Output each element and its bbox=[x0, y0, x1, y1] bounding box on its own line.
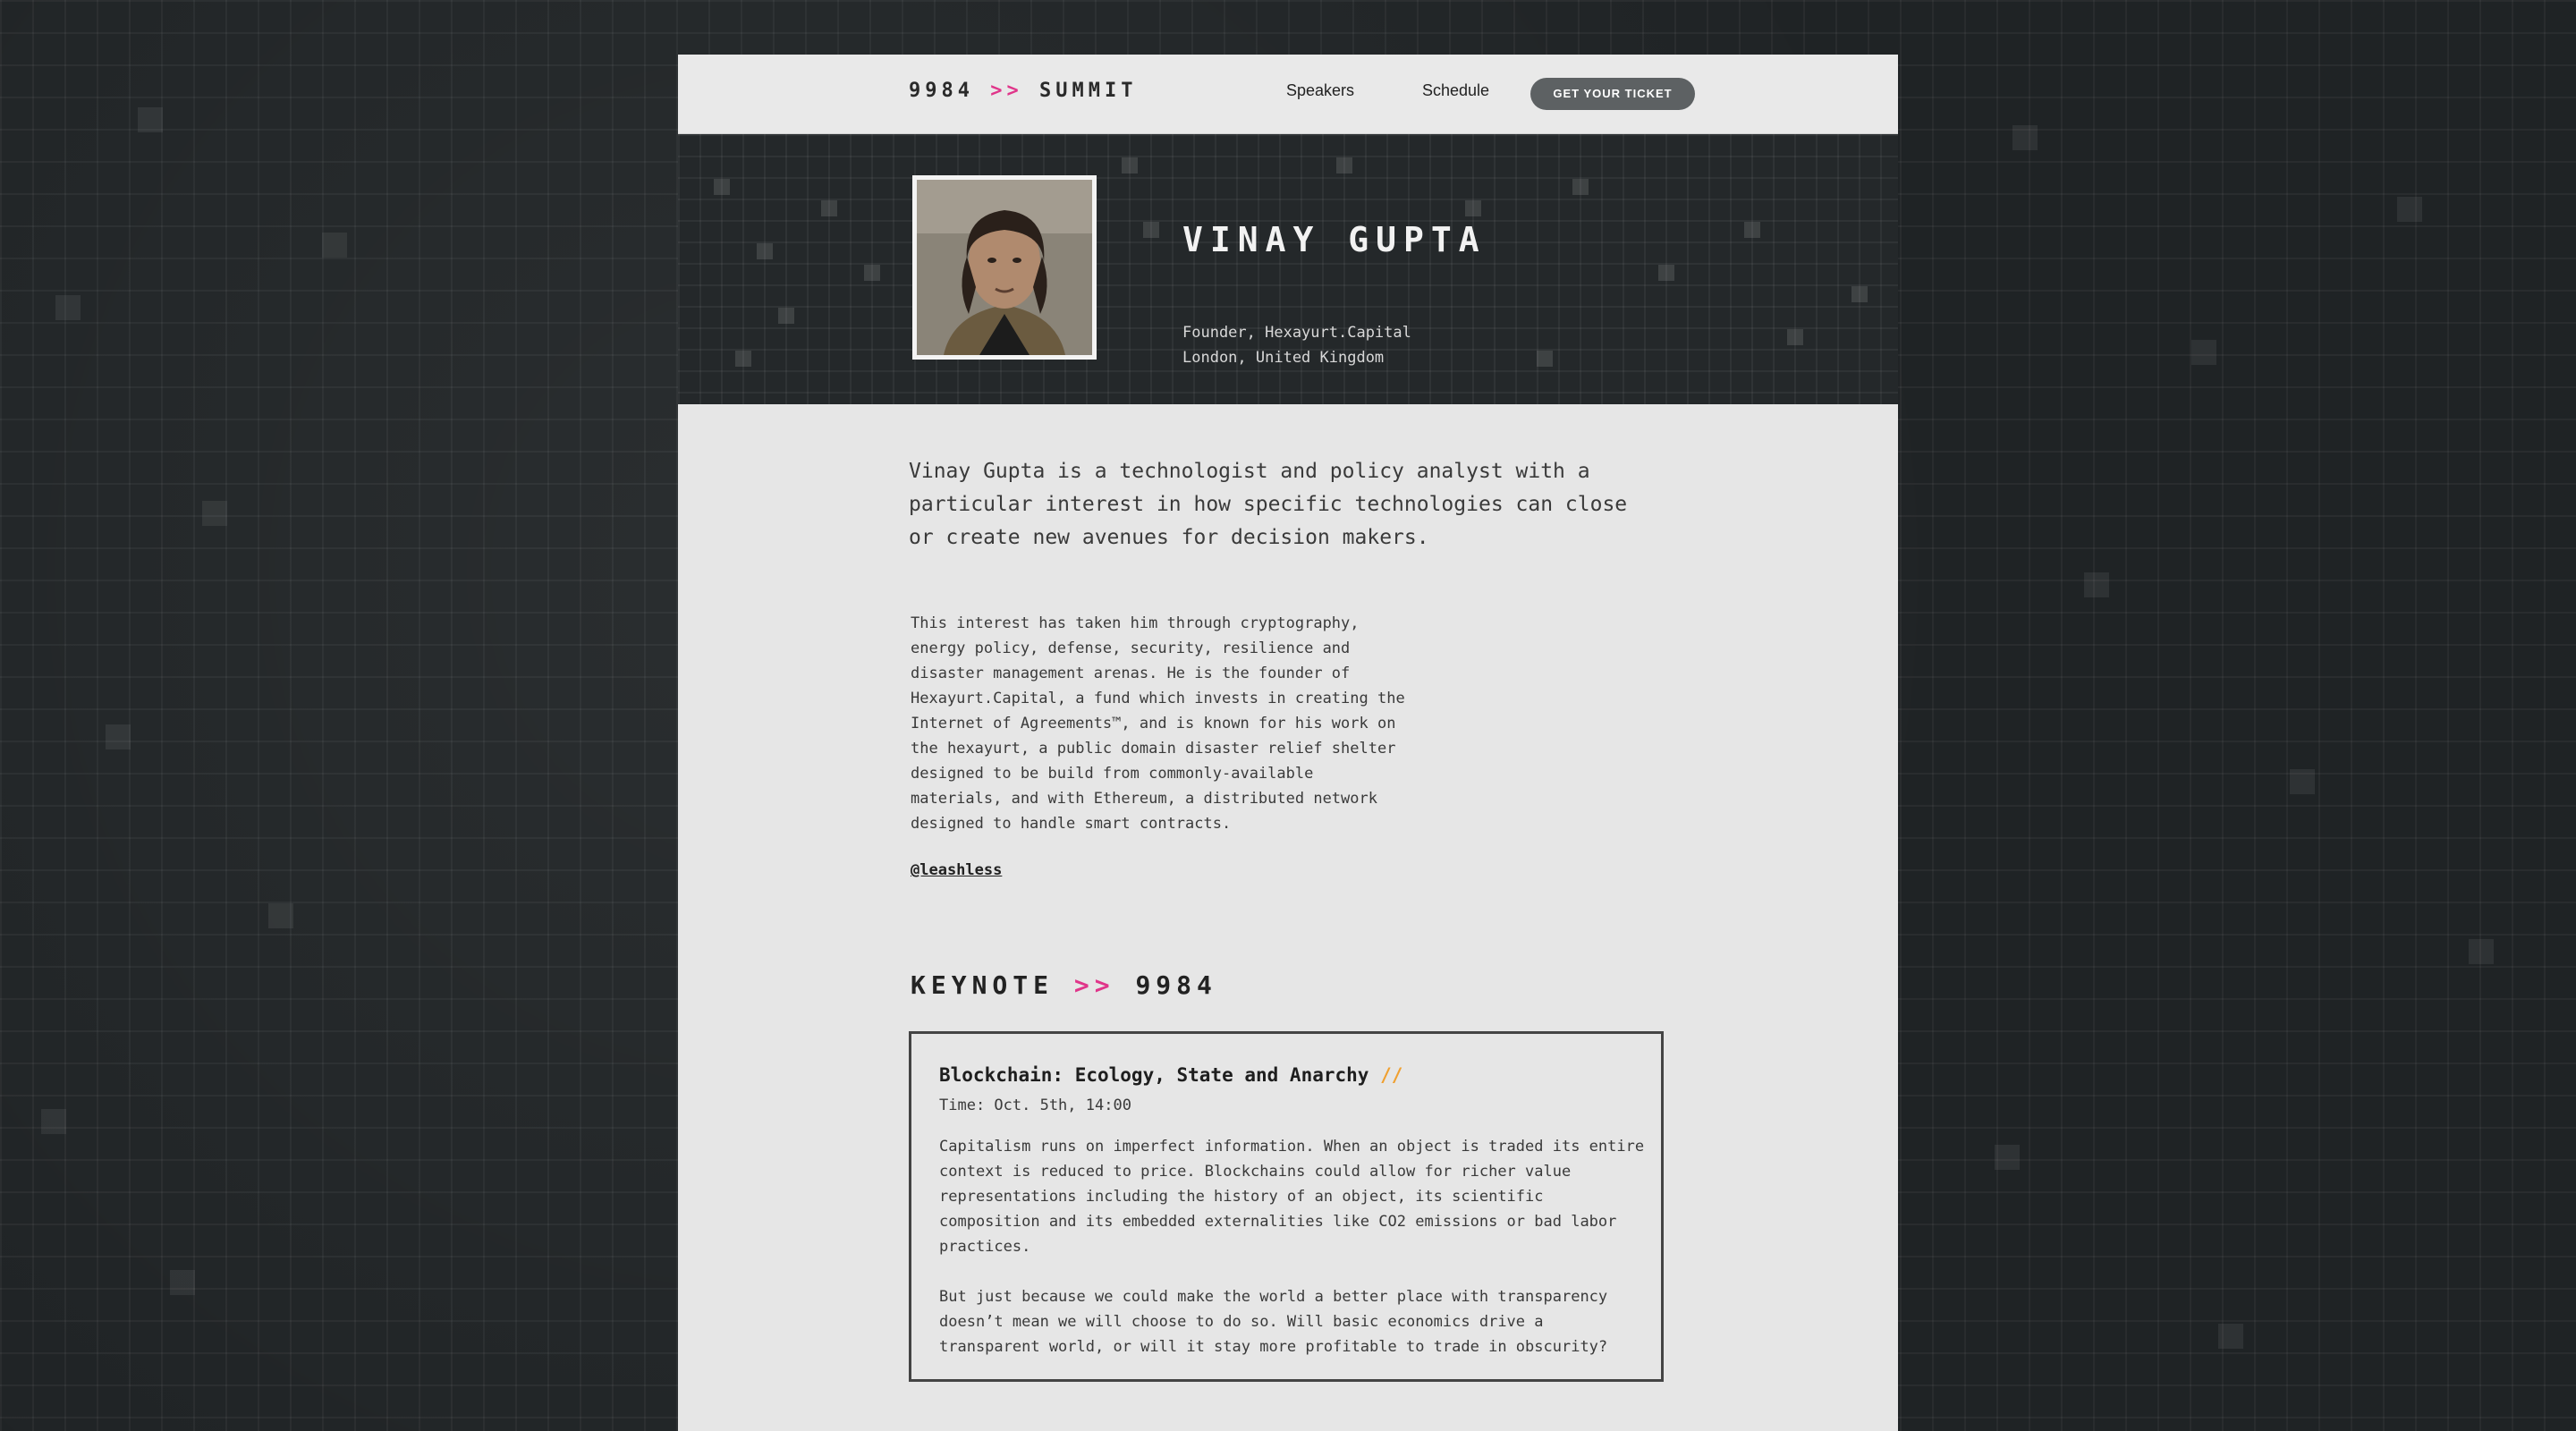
double-slash-icon: // bbox=[1380, 1064, 1403, 1086]
speaker-hero-banner: VINAY GUPTA Founder, Hexayurt.Capital Lo… bbox=[678, 134, 1898, 404]
keynote-heading-right: 9984 bbox=[1135, 970, 1217, 1000]
talk-description-paragraph: Capitalism runs on imperfect information… bbox=[939, 1138, 1645, 1256]
talk-title: Blockchain: Ecology, State and Anarchy /… bbox=[939, 1064, 1402, 1086]
get-ticket-button[interactable]: GET YOUR TICKET bbox=[1530, 78, 1695, 110]
speaker-role: Founder, Hexayurt.Capital bbox=[1182, 324, 1411, 342]
logo-text-summit: SUMMIT bbox=[1038, 80, 1138, 102]
top-navigation-bar: 9984 >> SUMMIT Speakers Schedule GET YOU… bbox=[678, 55, 1898, 134]
talk-card: Blockchain: Ecology, State and Anarchy /… bbox=[909, 1031, 1664, 1382]
speaker-bio-paragraph: This interest has taken him through cryp… bbox=[911, 614, 1405, 833]
keynote-section-heading: KEYNOTE >> 9984 bbox=[911, 970, 1217, 1000]
speaker-photo bbox=[917, 180, 1092, 355]
nav-link-speakers[interactable]: Speakers bbox=[1286, 81, 1354, 100]
speaker-lead-paragraph: Vinay Gupta is a technologist and policy… bbox=[909, 460, 1628, 549]
talk-time: Time: Oct. 5th, 14:00 bbox=[939, 1097, 1131, 1114]
double-chevron-right-icon: >> bbox=[1073, 970, 1115, 1000]
talk-title-text: Blockchain: Ecology, State and Anarchy bbox=[939, 1064, 1369, 1086]
speaker-twitter-handle-link[interactable]: @leashless bbox=[911, 861, 1002, 879]
page-container: 9984 >> SUMMIT Speakers Schedule GET YOU… bbox=[678, 55, 1898, 1431]
logo-text-9984: 9984 bbox=[909, 80, 974, 102]
speaker-name: VINAY GUPTA bbox=[1182, 220, 1487, 259]
site-logo[interactable]: 9984 >> SUMMIT bbox=[909, 80, 1137, 102]
nav-link-schedule[interactable]: Schedule bbox=[1422, 81, 1489, 100]
talk-description-paragraph: But just because we could make the world… bbox=[939, 1288, 1608, 1356]
speaker-location: London, United Kingdom bbox=[1182, 349, 1385, 367]
speaker-photo-frame bbox=[912, 175, 1097, 360]
keynote-heading-left: KEYNOTE bbox=[911, 970, 1055, 1000]
double-chevron-right-icon: >> bbox=[990, 80, 1023, 102]
